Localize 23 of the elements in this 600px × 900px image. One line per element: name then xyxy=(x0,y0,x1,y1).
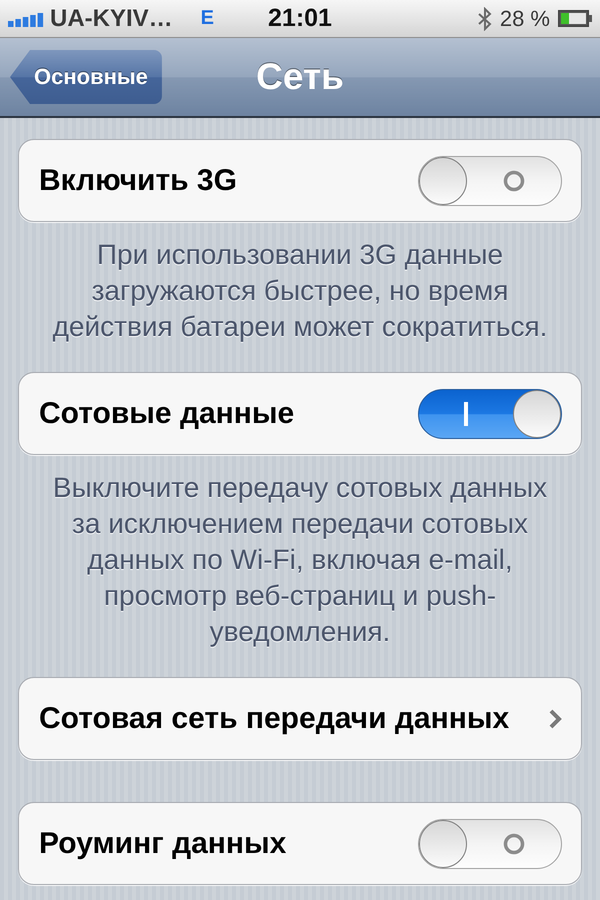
toggle-switch[interactable] xyxy=(418,156,562,206)
bar-icon xyxy=(464,402,468,426)
carrier-name: UA-KYIV… xyxy=(50,4,173,32)
section-footer: Выключите передачу сотовых данных за исключением передачи сотовых данных по Wi-Fi, включая e-mail, просмотр веб-страниц и push-уведомления. xyxy=(18,470,582,650)
ring-icon xyxy=(503,832,525,854)
signal-icon xyxy=(8,10,44,26)
toggle-switch[interactable] xyxy=(418,388,562,438)
cell-label: Сотовые данные xyxy=(39,396,294,430)
status-time: 21:01 xyxy=(268,4,332,33)
cell-label: Роуминг данных xyxy=(39,826,286,860)
cell-label: Включить 3G xyxy=(39,164,237,198)
section-footer: При использовании 3G данные загружаются быстрее, но время действия батареи может сократиться. xyxy=(18,237,582,345)
toggle-switch[interactable] xyxy=(418,818,562,868)
cell-label: Сотовая сеть передачи данных xyxy=(39,702,510,736)
back-button[interactable]: Основные xyxy=(10,50,162,104)
chevron-icon xyxy=(549,708,562,728)
network-type: E xyxy=(200,7,214,30)
page-title: Сеть xyxy=(256,56,344,98)
battery-icon xyxy=(558,10,592,27)
bluetooth-icon xyxy=(478,6,492,30)
ring-icon xyxy=(503,170,525,192)
settings-cell[interactable]: Сотовая сеть передачи данных xyxy=(18,677,582,760)
battery-percent: 28 % xyxy=(500,6,550,32)
